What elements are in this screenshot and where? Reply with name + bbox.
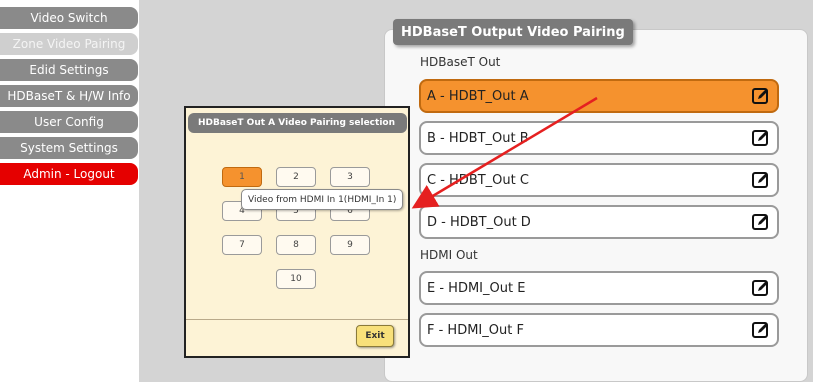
input-button-3[interactable]: 3 [330, 167, 370, 187]
edit-icon[interactable] [751, 86, 771, 106]
sidebar-item-hdbaset-hw-info[interactable]: HDBaseT & H/W Info [0, 85, 138, 107]
output-button-f[interactable]: F - HDMI_Out F [419, 313, 779, 347]
edit-icon[interactable] [751, 320, 771, 340]
output-button-label: F - HDMI_Out F [427, 322, 524, 338]
output-button-a[interactable]: A - HDBT_Out A [419, 79, 779, 113]
pairing-selection-popup [184, 106, 410, 358]
hdbaset-out-label: HDBaseT Out [420, 55, 501, 69]
edit-icon[interactable] [751, 278, 771, 298]
input-button-9[interactable]: 9 [330, 235, 370, 255]
output-button-label: A - HDBT_Out A [427, 88, 529, 104]
sidebar-item-system-settings[interactable]: System Settings [0, 137, 138, 159]
sidebar-item-edid-settings[interactable]: Edid Settings [0, 59, 138, 81]
sidebar-item-admin-logout[interactable]: Admin - Logout [0, 163, 138, 185]
popup-title: HDBaseT Out A Video Pairing selection [188, 113, 407, 133]
input-button-10[interactable]: 10 [276, 269, 316, 289]
hdmi-out-label: HDMI Out [420, 248, 478, 262]
input-button-8[interactable]: 8 [276, 235, 316, 255]
edit-icon[interactable] [751, 170, 771, 190]
output-button-e[interactable]: E - HDMI_Out E [419, 271, 779, 305]
panel-title: HDBaseT Output Video Pairing [393, 19, 633, 45]
sidebar-item-user-config[interactable]: User Config [0, 111, 138, 133]
output-button-label: E - HDMI_Out E [427, 280, 526, 296]
sidebar-item-video-switch[interactable]: Video Switch [0, 7, 138, 29]
edit-icon[interactable] [751, 128, 771, 148]
output-button-label: B - HDBT_Out B [427, 130, 529, 146]
input-button-1[interactable]: 1 [222, 167, 262, 187]
output-button-d[interactable]: D - HDBT_Out D [419, 205, 779, 239]
output-button-label: C - HDBT_Out C [427, 172, 529, 188]
sidebar-item-zone-video-pairing[interactable]: Zone Video Pairing [0, 33, 138, 55]
exit-button[interactable]: Exit [356, 325, 394, 347]
output-button-label: D - HDBT_Out D [427, 214, 531, 230]
output-button-b[interactable]: B - HDBT_Out B [419, 121, 779, 155]
popup-divider [186, 319, 408, 320]
input-button-7[interactable]: 7 [222, 235, 262, 255]
input-button-2[interactable]: 2 [276, 167, 316, 187]
edit-icon[interactable] [751, 212, 771, 232]
output-button-c[interactable]: C - HDBT_Out C [419, 163, 779, 197]
sidebar: Video Switch Zone Video Pairing Edid Set… [0, 0, 138, 382]
input-tooltip: Video from HDMI In 1(HDMI_In 1) [241, 189, 404, 210]
